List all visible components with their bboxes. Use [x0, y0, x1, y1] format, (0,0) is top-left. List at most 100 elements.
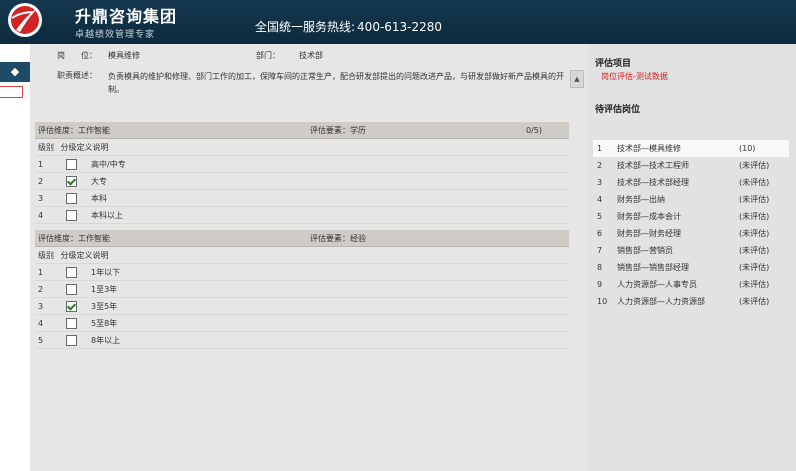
table-row: 1 高中/中专 [35, 155, 569, 173]
option-cell: 1年以下 [63, 263, 569, 281]
position-status: (未评估) [739, 297, 770, 306]
position-number: 2 [597, 161, 603, 170]
table-row: 4 5至8年 [35, 314, 569, 332]
hotline-label: 全国统一服务热线: [255, 20, 356, 34]
position-status: (10) [739, 144, 756, 153]
table-row: 3 本科 [35, 189, 569, 207]
position-number: 1 [597, 144, 603, 153]
position-status: (未评估) [739, 161, 770, 170]
col-desc: 分级定义说明 [60, 142, 109, 152]
position-list-item[interactable]: 2 技术部—技术工程师 (未评估) [593, 157, 789, 174]
option-cell: 本科 [63, 189, 569, 207]
position-status: (未评估) [739, 280, 770, 289]
option-checkbox[interactable] [66, 317, 77, 329]
left-nav-toggle[interactable]: ◆ [0, 62, 30, 82]
position-name: 技术部—模具维修 [617, 144, 681, 153]
position-list-item[interactable]: 1 技术部—模具维修 (10) [593, 140, 789, 157]
position-name: 技术部—技术部经理 [617, 178, 689, 187]
option-cell: 3至5年 [63, 297, 569, 315]
level-cell: 2 [35, 172, 63, 190]
position-list-item[interactable]: 6 财务部—财务经理 (未评估) [593, 225, 789, 242]
dept-value: 技术部 [299, 51, 323, 60]
level-cell: 2 [35, 280, 63, 298]
company-name: 升鼎咨询集团 [75, 7, 178, 26]
position-list-item[interactable]: 3 技术部—技术部经理 (未评估) [593, 174, 789, 191]
position-list-item[interactable]: 5 财务部—成本会计 (未评估) [593, 208, 789, 225]
level-cell: 5 [35, 331, 63, 349]
table-row: 4 本科以上 [35, 206, 569, 224]
table-row: 1 1年以下 [35, 263, 569, 281]
positions-title: 待评估岗位 [595, 105, 641, 115]
option-label: 3至5年 [91, 301, 118, 311]
table-header: 评估维度：工作智能 评估要素：学历 0/5) [35, 122, 569, 139]
option-checkbox[interactable] [66, 209, 77, 221]
factor-label: 评估要素：经验 [307, 230, 523, 247]
level-cell: 3 [35, 189, 63, 207]
left-nav-item[interactable] [0, 86, 23, 98]
option-label: 本科以上 [91, 210, 123, 220]
level-cell: 3 [35, 297, 63, 315]
company-logo [8, 3, 42, 37]
position-name: 人力资源部—人力资源部 [617, 297, 705, 306]
position-name: 销售部—销售部经理 [617, 263, 689, 272]
table-body: 1 高中/中专 2 大专 3 本科 4 本科以上 [35, 155, 569, 224]
scroll-up-icon[interactable]: ▲ [570, 70, 584, 88]
level-cell: 4 [35, 314, 63, 332]
dimension-label: 评估维度：工作智能 [35, 122, 307, 139]
table-body: 1 1年以下 2 1至3年 3 3至5年 4 5至8年 5 8年以上 [35, 263, 569, 349]
col-desc: 分级定义说明 [60, 250, 109, 260]
company-slogan: 卓越绩效管理专家 [75, 30, 156, 40]
hotline: 全国统一服务热线: 400-613-2280 [255, 18, 442, 35]
position-list-item[interactable]: 8 销售部—销售部经理 (未评估) [593, 259, 789, 276]
right-sidebar: 评估项目 岗位评估-测试数据 待评估岗位 1 技术部—模具维修 (10) 2 技术部—技… [588, 44, 796, 471]
option-checkbox[interactable] [66, 334, 77, 346]
factor-label: 评估要素：学历 [307, 122, 523, 139]
position-label: 岗 位： [57, 51, 97, 60]
dept-label: 部门： [256, 51, 280, 60]
position-number: 9 [597, 280, 603, 289]
position-number: 3 [597, 178, 603, 187]
current-project[interactable]: 岗位评估-测试数据 [601, 71, 668, 82]
position-name: 财务部—出纳 [617, 195, 665, 204]
position-list-item[interactable]: 10 人力资源部—人力资源部 (未评估) [593, 293, 789, 310]
option-checkbox[interactable] [66, 300, 77, 312]
option-checkbox[interactable] [66, 175, 77, 187]
positions-list: 1 技术部—模具维修 (10) 2 技术部—技术工程师 (未评估) 3 技术部—技术部经理 (未… [593, 140, 789, 310]
position-name: 技术部—技术工程师 [617, 161, 689, 170]
option-cell: 8年以上 [63, 331, 569, 349]
column-header-text: 级别 分级定义说明 [35, 246, 569, 264]
position-status: (未评估) [739, 212, 770, 221]
option-checkbox[interactable] [66, 266, 77, 278]
dimension-label: 评估维度：工作智能 [35, 230, 307, 247]
duty-description: 负责模具的维护和修理、部门工作的加工，保障车间的正常生产，配合研发部提出的问题改… [108, 72, 564, 94]
table-row: 2 1至3年 [35, 280, 569, 298]
position-number: 10 [597, 297, 608, 306]
column-header-text: 级别 分级定义说明 [35, 138, 569, 156]
option-cell: 1至3年 [63, 280, 569, 298]
project-title: 评估项目 [595, 59, 632, 69]
diamond-icon: ◆ [10, 65, 20, 78]
column-header: 级别 分级定义说明 [35, 246, 569, 264]
option-checkbox[interactable] [66, 158, 77, 170]
position-number: 7 [597, 246, 603, 255]
position-number: 5 [597, 212, 603, 221]
position-name: 财务部—成本会计 [617, 212, 681, 221]
position-list-item[interactable]: 9 人力资源部—人事专员 (未评估) [593, 276, 789, 293]
table-row: 3 3至5年 [35, 297, 569, 315]
option-cell: 高中/中专 [63, 155, 569, 173]
option-checkbox[interactable] [66, 283, 77, 295]
option-label: 1年以下 [91, 267, 121, 277]
level-cell: 4 [35, 206, 63, 224]
position-number: 6 [597, 229, 603, 238]
score-cell [523, 230, 569, 247]
option-checkbox[interactable] [66, 192, 77, 204]
option-cell: 大专 [63, 172, 569, 190]
criteria-table-experience: 评估维度：工作智能 评估要素：经验 级别 分级定义说明 1 1年以下 2 1至3年 3 3… [35, 230, 569, 349]
option-cell: 本科以上 [63, 206, 569, 224]
score-label: 0/5) [523, 122, 569, 139]
col-level: 级别 [38, 250, 54, 260]
position-value: 模具维修 [108, 51, 140, 60]
top-banner: 升鼎咨询集团 卓越绩效管理专家 全国统一服务热线: 400-613-2280 [0, 0, 796, 44]
position-list-item[interactable]: 4 财务部—出纳 (未评估) [593, 191, 789, 208]
position-list-item[interactable]: 7 销售部—营销员 (未评估) [593, 242, 789, 259]
